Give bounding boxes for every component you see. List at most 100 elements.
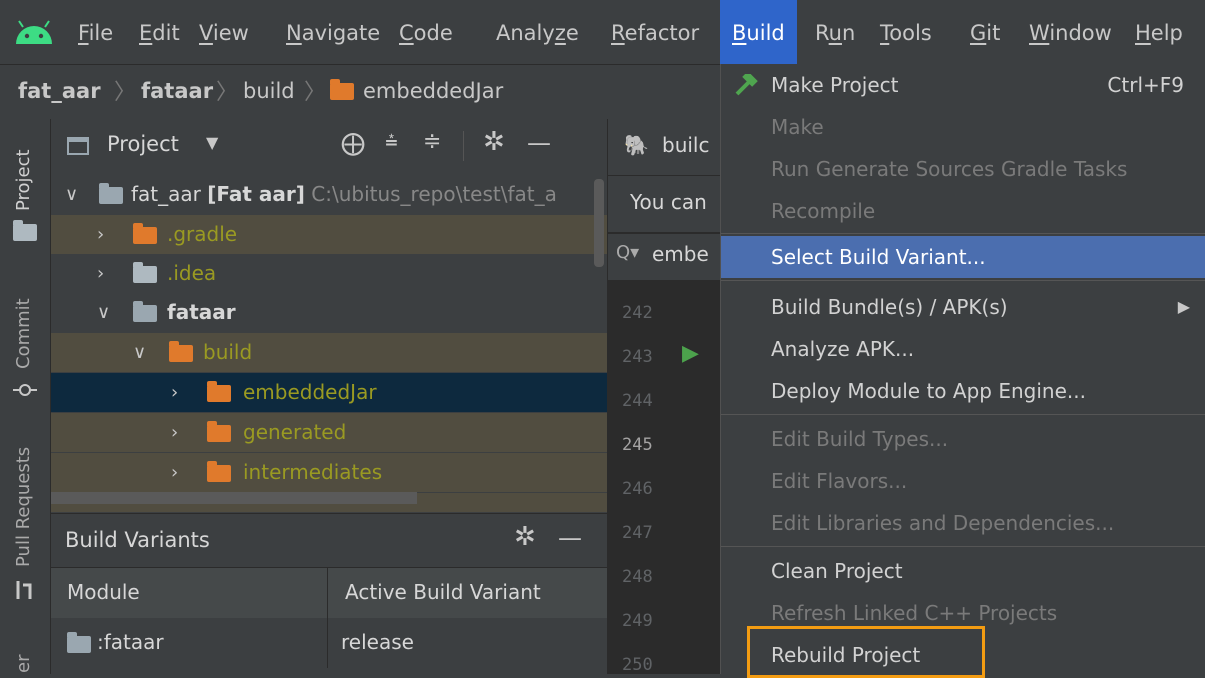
tree-label: intermediates [243, 460, 383, 484]
tree-row-idea[interactable]: › .idea [51, 254, 607, 293]
chevron-right-icon[interactable]: › [171, 373, 178, 412]
gear-icon[interactable]: ✲ [483, 127, 505, 157]
menu-item-analyze-apk[interactable]: Analyze APK... [721, 328, 1205, 370]
menu-file[interactable]: File [76, 0, 115, 64]
menu-item-label: Edit Build Types... [771, 427, 949, 451]
line-number: 243 [622, 347, 653, 367]
folder-icon [169, 341, 193, 362]
menu-item-label: Deploy Module to App Engine... [771, 379, 1086, 403]
project-view-selector[interactable]: Project [107, 132, 179, 156]
menu-item-edit-build-types[interactable]: Edit Build Types... [721, 418, 1205, 460]
chevron-right-icon[interactable]: › [97, 254, 104, 293]
build-variants-title: Build Variants [65, 528, 210, 552]
menu-git[interactable]: Git [968, 0, 1002, 64]
menu-item-label: Make Project [771, 73, 899, 97]
breadcrumb-separator: 〉 [114, 80, 137, 105]
tree-row-fataar[interactable]: ∨ fataar [51, 293, 607, 332]
breadcrumb-separator: 〉 [304, 80, 327, 105]
line-number: 244 [622, 391, 653, 411]
tree-row-build[interactable]: ∨ build [51, 333, 607, 372]
minimize-icon[interactable]: — [527, 129, 551, 157]
menu-item-edit-flavors[interactable]: Edit Flavors... [721, 460, 1205, 502]
menu-item-label: Clean Project [771, 559, 903, 583]
gear-icon[interactable]: ✲ [514, 522, 536, 552]
column-header-module[interactable]: Module [67, 580, 140, 604]
collapse-all-icon[interactable]: ≑ [423, 129, 441, 154]
folder-icon [207, 381, 231, 402]
tab-pull-requests[interactable]: Pull Requests [13, 447, 34, 567]
menu-item-clean-project[interactable]: Clean Project [721, 550, 1205, 592]
menu-item-label: Edit Libraries and Dependencies... [771, 511, 1115, 535]
vertical-scrollbar[interactable] [594, 179, 604, 267]
menu-edit[interactable]: Edit [137, 0, 182, 64]
chevron-right-icon[interactable]: › [97, 215, 104, 254]
run-gutter-icon[interactable]: ▶ [682, 341, 699, 366]
variant-select[interactable]: release [341, 630, 414, 654]
menu-help[interactable]: Help [1133, 0, 1185, 64]
editor-tab-build-gradle[interactable]: builc [662, 133, 709, 157]
gradle-elephant-icon: 🐘 [624, 133, 649, 157]
breadcrumb-embeddedjar[interactable]: embeddedJar [363, 76, 503, 106]
chevron-right-icon[interactable]: › [171, 413, 178, 452]
chevron-down-icon[interactable]: ∨ [97, 293, 110, 332]
menu-separator [721, 280, 1205, 281]
tab-commit[interactable]: Commit [13, 298, 34, 369]
menu-window[interactable]: Window [1027, 0, 1114, 64]
menu-item-make-project[interactable]: Make Project Ctrl+F9 [721, 64, 1205, 106]
search-icon[interactable]: Q▾ [616, 242, 639, 263]
menu-item-label: Analyze APK... [771, 337, 915, 361]
chevron-right-icon[interactable]: › [171, 453, 178, 492]
tree-label: .gradle [167, 222, 238, 246]
menu-code[interactable]: Code [397, 0, 455, 64]
breadcrumb: fat_aar 〉 fataar 〉 build 〉 embeddedJar [0, 64, 720, 120]
breadcrumb-build[interactable]: build [243, 76, 295, 106]
folder-icon [133, 223, 157, 244]
breadcrumb-separator: 〉 [216, 80, 239, 105]
menu-separator [721, 233, 1205, 234]
menu-run[interactable]: Run [813, 0, 857, 64]
menu-build[interactable]: Build [720, 0, 797, 64]
search-input[interactable]: embe [652, 242, 709, 266]
submenu-arrow-icon: ▶ [1177, 297, 1190, 316]
tree-row-gradle[interactable]: › .gradle [51, 215, 607, 254]
breadcrumb-fataar[interactable]: fataar [141, 76, 213, 106]
line-number: 242 [622, 303, 653, 323]
menu-item-label: Select Build Variant... [771, 245, 986, 269]
line-number: 248 [622, 567, 653, 587]
chevron-down-icon[interactable]: ▼ [206, 133, 218, 152]
menu-item-select-build-variant[interactable]: Select Build Variant... [721, 236, 1205, 278]
menu-view[interactable]: View [197, 0, 251, 64]
tree-row-intermediates[interactable]: › intermediates [51, 453, 607, 492]
module-name: :fataar [97, 630, 164, 654]
menu-item-recompile[interactable]: Recompile [721, 190, 1205, 232]
expand-all-icon[interactable]: ⩮ [385, 129, 398, 154]
horizontal-scrollbar[interactable] [51, 492, 417, 504]
root-module-label: [Fat aar] [207, 182, 305, 206]
menu-item-run-generate-sources[interactable]: Run Generate Sources Gradle Tasks [721, 148, 1205, 190]
tree-row-root[interactable]: ∨ fat_aar [Fat aar] C:\ubitus_repo\test\… [51, 175, 607, 214]
menu-item-deploy-module[interactable]: Deploy Module to App Engine... [721, 370, 1205, 412]
tree-row-embeddedjar[interactable]: › embeddedJar [51, 373, 607, 412]
column-header-variant[interactable]: Active Build Variant [345, 580, 541, 604]
menu-separator [721, 414, 1205, 415]
table-row[interactable]: :fataar release [51, 618, 607, 668]
breadcrumb-fat-aar[interactable]: fat_aar [18, 76, 101, 106]
menu-item-label: Build Bundle(s) / APK(s) [771, 295, 1008, 319]
chevron-down-icon[interactable]: ∨ [65, 175, 78, 214]
menu-tools[interactable]: Tools [878, 0, 934, 64]
chevron-down-icon[interactable]: ∨ [133, 333, 146, 372]
menu-item-edit-libraries[interactable]: Edit Libraries and Dependencies... [721, 502, 1205, 544]
menu-item-make[interactable]: Make [721, 106, 1205, 148]
minimize-icon[interactable]: — [558, 524, 582, 552]
menu-analyze[interactable]: Analyze [494, 0, 581, 64]
line-number: 246 [622, 479, 653, 499]
editor-notification: You can [608, 176, 721, 232]
build-menu-dropdown: Make Project Ctrl+F9 Make Run Generate S… [720, 64, 1205, 678]
tab-resource-manager[interactable]: er [13, 655, 34, 673]
tab-project[interactable]: Project [13, 149, 34, 211]
menu-navigate[interactable]: Navigate [284, 0, 382, 64]
locate-icon[interactable]: ⨁ [341, 129, 365, 157]
tree-row-generated[interactable]: › generated [51, 413, 607, 452]
menu-item-build-bundles-apks[interactable]: Build Bundle(s) / APK(s) ▶ [721, 286, 1205, 328]
menu-refactor[interactable]: Refactor [609, 0, 701, 64]
